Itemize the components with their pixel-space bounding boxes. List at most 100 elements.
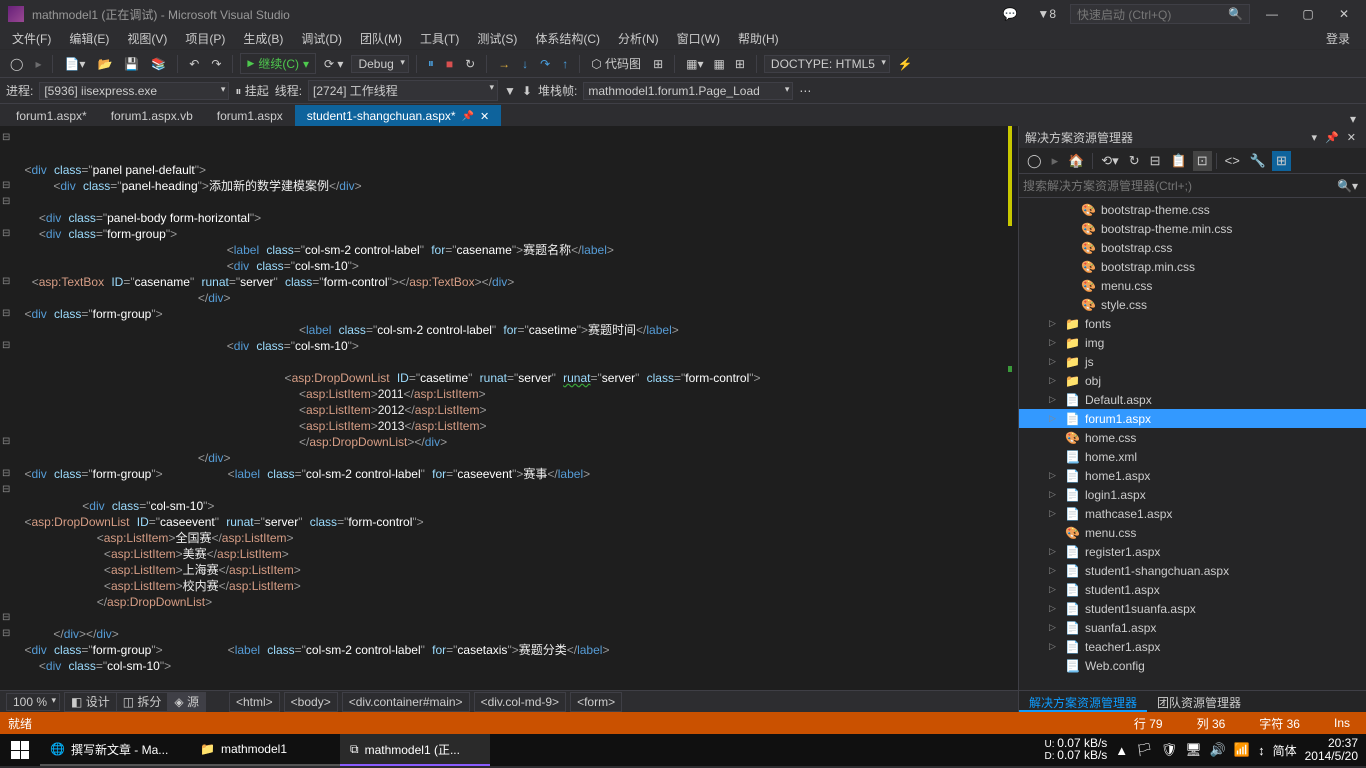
code-icon[interactable]: <> xyxy=(1221,151,1244,170)
taskbar-item[interactable]: 🌐撰写新文章 - Ma... xyxy=(40,734,190,766)
undo-button[interactable]: ↶ xyxy=(185,55,203,73)
solution-search[interactable]: 🔍▾ xyxy=(1019,174,1366,198)
view-mode-button[interactable]: ◈ 源 xyxy=(167,692,206,712)
tree-node[interactable]: 📃Web.config xyxy=(1019,656,1366,675)
tree-node[interactable]: 📃home.xml xyxy=(1019,447,1366,466)
menu-item[interactable]: 分析(N) xyxy=(610,28,667,49)
snap-button[interactable]: ▦ xyxy=(710,55,729,73)
tray-clock[interactable]: 20:372014/5/20 xyxy=(1305,737,1358,763)
suspend-button[interactable]: ⏸ 挂起 xyxy=(235,82,268,99)
save-button[interactable]: 💾 xyxy=(120,55,143,73)
quick-launch[interactable]: 快速启动 (Ctrl+Q)🔍 xyxy=(1070,4,1250,24)
save-all-button[interactable]: 📚 xyxy=(147,55,170,73)
menu-item[interactable]: 生成(B) xyxy=(235,28,291,49)
taskbar-item[interactable]: 📁mathmodel1 xyxy=(190,734,340,766)
new-button[interactable]: 📄▾ xyxy=(60,55,89,73)
tree-node[interactable]: 🎨menu.css xyxy=(1019,523,1366,542)
stackframe-dropdown[interactable]: mathmodel1.forum1.Page_Load xyxy=(583,82,793,100)
start-button[interactable] xyxy=(0,734,40,766)
process-dropdown[interactable]: [5936] iisexpress.exe xyxy=(39,82,229,100)
graph-button[interactable]: ⊞ xyxy=(649,55,667,73)
view-mode-button[interactable]: ◫ 拆分 xyxy=(116,692,169,712)
tray-ime[interactable]: 简体 xyxy=(1273,742,1297,759)
solution-search-input[interactable] xyxy=(1023,179,1333,193)
filter-button[interactable]: ⬇ xyxy=(522,84,532,98)
panel-tab[interactable]: 团队资源管理器 xyxy=(1147,691,1251,712)
feedback-icon[interactable]: 💬 xyxy=(996,7,1023,21)
menu-item[interactable]: 调试(D) xyxy=(293,28,350,49)
expand-icon[interactable]: ▷ xyxy=(1049,470,1059,481)
tray-network-icon[interactable]: 🖥 xyxy=(1185,742,1202,758)
tray-sync-icon[interactable]: ↕ xyxy=(1258,743,1265,758)
open-button[interactable]: 📂 xyxy=(93,55,116,73)
tree-node[interactable]: ▷📄login1.aspx xyxy=(1019,485,1366,504)
maximize-button[interactable]: ▢ xyxy=(1294,7,1322,21)
tree-node[interactable]: 🎨home.css xyxy=(1019,428,1366,447)
redo-button[interactable]: ↷ xyxy=(207,55,225,73)
expand-icon[interactable]: ▷ xyxy=(1049,603,1059,614)
codemap-button[interactable]: ⬡ 代码图 xyxy=(587,53,645,74)
tree-node[interactable]: ▷📄register1.aspx xyxy=(1019,542,1366,561)
home-icon[interactable]: 🏠 xyxy=(1064,151,1088,171)
panel-tab[interactable]: 解决方案资源管理器 xyxy=(1019,691,1147,712)
menu-item[interactable]: 测试(S) xyxy=(469,28,525,49)
panel-close-icon[interactable]: ✕ xyxy=(1343,131,1360,144)
nav-fwd-button[interactable]: ▸ xyxy=(31,55,45,73)
preview-icon[interactable]: ⊡ xyxy=(1193,151,1212,171)
breadcrumb-item[interactable]: <html> xyxy=(229,692,280,712)
tree-node[interactable]: ▷📄suanfa1.aspx xyxy=(1019,618,1366,637)
step-out-button[interactable]: ↑ xyxy=(558,55,572,73)
breadcrumb-item[interactable]: <div.container#main> xyxy=(342,692,470,712)
step-next-button[interactable]: → xyxy=(494,55,514,73)
menu-item[interactable]: 体系结构(C) xyxy=(527,28,608,49)
show-all-icon[interactable]: 📋 xyxy=(1167,151,1191,171)
menu-item[interactable]: 文件(F) xyxy=(4,28,59,49)
minimize-button[interactable]: — xyxy=(1258,7,1286,21)
flag-button[interactable]: ▼ xyxy=(504,84,516,98)
menu-item[interactable]: 编辑(E) xyxy=(61,28,117,49)
tree-node[interactable]: ▷📄student1suanfa.aspx xyxy=(1019,599,1366,618)
panel-dropdown-icon[interactable]: ▾ xyxy=(1308,131,1322,144)
menu-item[interactable]: 帮助(H) xyxy=(730,28,787,49)
tree-node[interactable]: ▷📁js xyxy=(1019,352,1366,371)
menu-item[interactable]: 工具(T) xyxy=(412,28,467,49)
taskbar-item[interactable]: ⧉mathmodel1 (正... xyxy=(340,734,490,766)
back-icon[interactable]: ◯ xyxy=(1023,151,1046,171)
config-dropdown[interactable]: Debug xyxy=(351,55,408,73)
tree-node[interactable]: ▷📄Default.aspx xyxy=(1019,390,1366,409)
validate-button[interactable]: ⚡ xyxy=(894,55,917,73)
document-tab[interactable]: forum1.aspx* xyxy=(4,105,99,126)
tree-node[interactable]: ▷📁obj xyxy=(1019,371,1366,390)
expand-icon[interactable]: ▷ xyxy=(1049,565,1059,576)
document-tab[interactable]: forum1.aspx.vb xyxy=(99,105,205,126)
tree-node[interactable]: ▷📄student1.aspx xyxy=(1019,580,1366,599)
zoom-dropdown[interactable]: 100 % xyxy=(6,693,60,711)
refresh-icon[interactable]: ↻ xyxy=(1125,151,1144,171)
code-editor[interactable]: ⊟ <div class="panel panel-default"> <div… xyxy=(0,126,1018,690)
menu-item[interactable]: 窗口(W) xyxy=(669,28,728,49)
tray-volume-icon[interactable]: 🔊 xyxy=(1210,742,1226,758)
tree-node[interactable]: ▷📁img xyxy=(1019,333,1366,352)
breadcrumb-item[interactable]: <body> xyxy=(284,692,338,712)
panel-pin-icon[interactable]: 📌 xyxy=(1321,131,1343,144)
expand-icon[interactable]: ▷ xyxy=(1049,337,1059,348)
expand-icon[interactable]: ▷ xyxy=(1049,489,1059,500)
tab-overflow-icon[interactable]: ▾ xyxy=(1350,112,1366,126)
continue-button[interactable]: 继续(C) ▾ xyxy=(240,53,316,74)
tray-battery-icon[interactable]: 📶 xyxy=(1234,742,1250,758)
pause-button[interactable]: ⏸ xyxy=(424,54,438,73)
tree-node[interactable]: ▷📁fonts xyxy=(1019,314,1366,333)
restart-button[interactable]: ↻ xyxy=(461,55,479,73)
pin-icon[interactable]: 📌 xyxy=(462,111,474,122)
stop-button[interactable]: ■ xyxy=(442,55,457,73)
expand-icon[interactable]: ▷ xyxy=(1049,375,1059,386)
expand-icon[interactable]: ▷ xyxy=(1049,356,1059,367)
tree-node[interactable]: ▷📄student1-shangchuan.aspx xyxy=(1019,561,1366,580)
doctype-dropdown[interactable]: DOCTYPE: HTML5 xyxy=(764,55,890,73)
menu-item[interactable]: 项目(P) xyxy=(177,28,233,49)
new-window-icon[interactable]: ⊞ xyxy=(1272,151,1291,171)
tree-node[interactable]: ▷📄teacher1.aspx xyxy=(1019,637,1366,656)
tree-node[interactable]: 🎨bootstrap.min.css xyxy=(1019,257,1366,276)
tree-node[interactable]: 🎨bootstrap-theme.min.css xyxy=(1019,219,1366,238)
step-into-button[interactable]: ↓ xyxy=(518,55,532,73)
